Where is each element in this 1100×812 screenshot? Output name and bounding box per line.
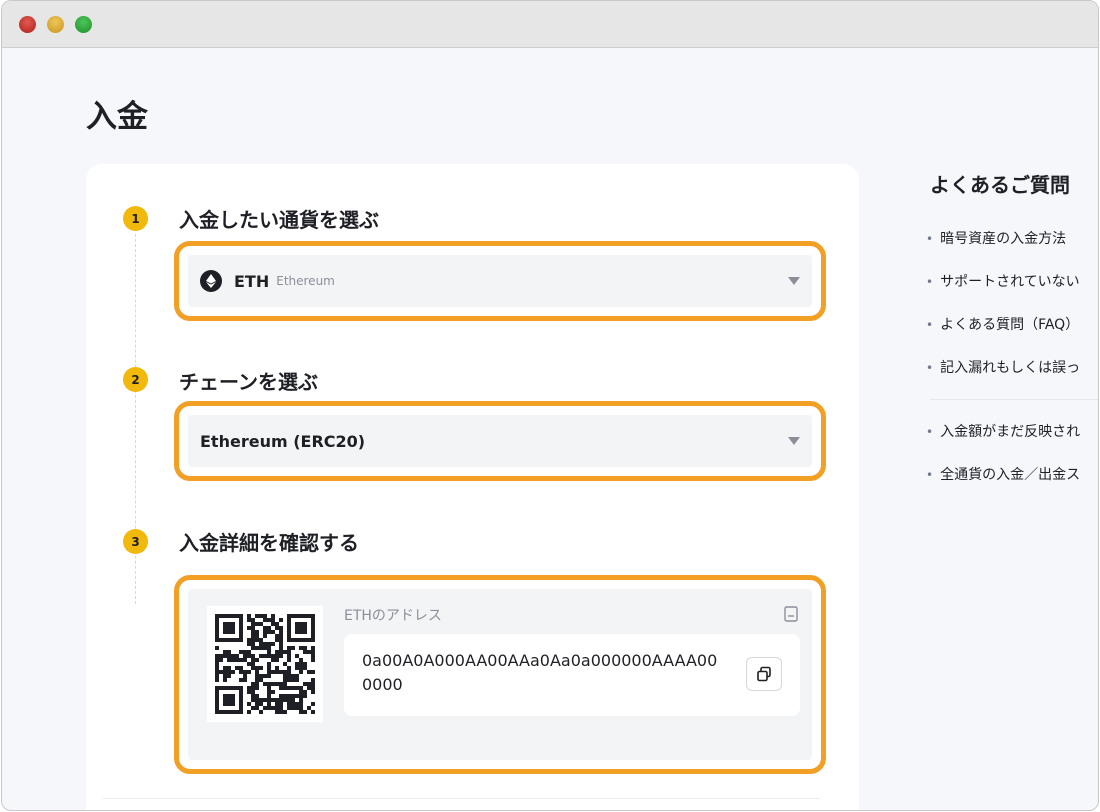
- bullet-icon: •: [926, 232, 934, 246]
- step-1-badge: 1: [123, 206, 148, 231]
- faq-divider: [930, 399, 1098, 400]
- coin-name: Ethereum: [276, 274, 335, 288]
- coin-symbol: ETH: [234, 271, 270, 291]
- faq-item-label: 記入漏れもしくは誤っ: [940, 360, 1081, 376]
- coin-select-highlight: ETH Ethereum: [174, 241, 826, 321]
- maximize-window-button[interactable]: [75, 16, 92, 33]
- step-1-title: 入金したい通貨を選ぶ: [179, 208, 379, 232]
- chain-value: Ethereum (ERC20): [200, 431, 366, 451]
- faq-item[interactable]: • 全通貨の入金／出金ス: [926, 463, 1098, 506]
- coin-select[interactable]: ETH Ethereum: [188, 255, 812, 307]
- address-box: 0a00A0A000AA00AAa0Aa0a000000AAAA000000: [344, 634, 800, 716]
- bullet-icon: •: [926, 361, 934, 375]
- faq-item-label: サポートされていない: [940, 274, 1080, 290]
- address-label: ETHのアドレス: [344, 608, 442, 624]
- qr-code-icon: [207, 606, 323, 722]
- faq-item-label: よくある質問（FAQ）: [940, 317, 1080, 333]
- faq-item[interactable]: • 入金額がまだ反映され: [926, 420, 1098, 463]
- browser-window: 入金 1 入金したい通貨を選ぶ ETH Ethereum 2 チェーンを選ぶ E…: [1, 0, 1099, 811]
- chain-select-highlight: Ethereum (ERC20): [174, 401, 826, 481]
- ethereum-logo-icon: [200, 270, 222, 292]
- faq-item[interactable]: • よくある質問（FAQ）: [926, 313, 1098, 356]
- faq-title: よくあるご質問: [930, 173, 1070, 197]
- window-titlebar: [2, 1, 1098, 48]
- deposit-detail-panel: ETHのアドレス 0a00A0A000AA00AAa0Aa0a000000AAA…: [188, 589, 812, 760]
- faq-item[interactable]: • サポートされていない: [926, 270, 1098, 313]
- chevron-down-icon: [788, 277, 800, 285]
- copy-icon: [757, 666, 771, 682]
- address-book-icon[interactable]: [784, 606, 798, 626]
- deposit-card: 1 入金したい通貨を選ぶ ETH Ethereum 2 チェーンを選ぶ Ethe…: [86, 164, 859, 810]
- deposit-detail-highlight: ETHのアドレス 0a00A0A000AA00AAa0Aa0a000000AAA…: [174, 575, 826, 774]
- faq-item-label: 暗号資産の入金方法: [940, 231, 1067, 247]
- faq-item-label: 入金額がまだ反映され: [940, 424, 1081, 440]
- bullet-icon: •: [926, 468, 934, 482]
- minimize-window-button[interactable]: [47, 16, 64, 33]
- bullet-icon: •: [926, 318, 934, 332]
- chain-select[interactable]: Ethereum (ERC20): [188, 415, 812, 467]
- chevron-down-icon: [788, 437, 800, 445]
- bullet-icon: •: [926, 275, 934, 289]
- step-2-title: チェーンを選ぶ: [179, 370, 318, 394]
- deposit-address[interactable]: 0a00A0A000AA00AAa0Aa0a000000AAAA000000: [362, 649, 722, 697]
- card-divider: [103, 798, 820, 799]
- bullet-icon: •: [926, 425, 934, 439]
- step-3-title: 入金詳細を確認する: [179, 531, 359, 555]
- close-window-button[interactable]: [19, 16, 36, 33]
- faq-item-label: 全通貨の入金／出金ス: [940, 467, 1081, 483]
- page-title: 入金: [86, 99, 148, 135]
- copy-address-button[interactable]: [746, 657, 782, 691]
- faq-item[interactable]: • 暗号資産の入金方法: [926, 227, 1098, 270]
- step-2-badge: 2: [123, 367, 148, 392]
- faq-list: • 暗号資産の入金方法 • サポートされていない • よくある質問（FAQ） • 記入漏…: [926, 227, 1098, 506]
- step-3-badge: 3: [123, 529, 148, 554]
- faq-item[interactable]: • 記入漏れもしくは誤っ: [926, 356, 1098, 399]
